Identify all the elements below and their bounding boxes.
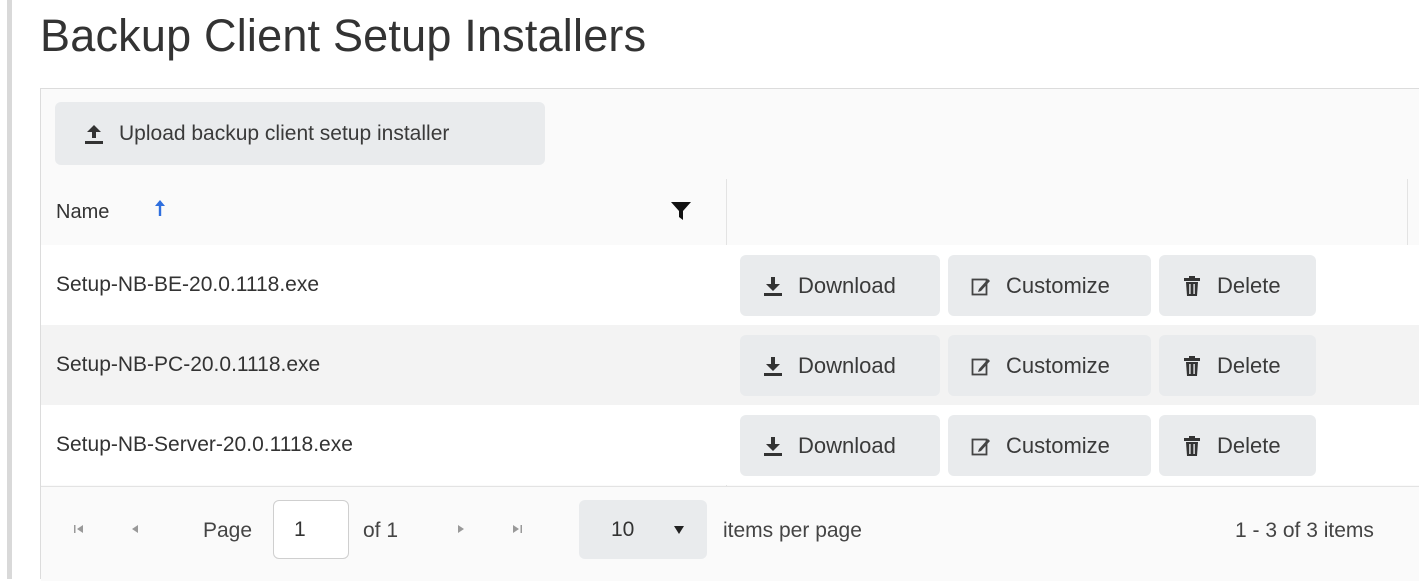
upload-icon	[85, 124, 103, 144]
installer-name: Setup-NB-Server-20.0.1118.exe	[56, 433, 353, 456]
trash-icon	[1184, 355, 1200, 376]
delete-button[interactable]: Delete	[1159, 255, 1316, 316]
customize-label: Customize	[1006, 432, 1110, 458]
grid-toolbar: Upload backup client setup installer	[41, 89, 1419, 180]
download-label: Download	[798, 352, 896, 378]
customize-button[interactable]: Customize	[948, 335, 1151, 396]
name-column-header[interactable]: Name	[41, 179, 726, 245]
chevron-down-icon	[674, 526, 684, 534]
download-button[interactable]: Download	[740, 255, 940, 316]
customize-label: Customize	[1006, 352, 1110, 378]
edit-icon	[971, 438, 990, 455]
items-per-page-label: items per page	[723, 519, 862, 542]
delete-button[interactable]: Delete	[1159, 415, 1316, 476]
installers-grid: Upload backup client setup installer Nam…	[40, 88, 1419, 581]
download-icon	[764, 436, 782, 456]
download-icon	[764, 276, 782, 296]
delete-label: Delete	[1217, 272, 1281, 298]
upload-installer-button[interactable]: Upload backup client setup installer	[55, 102, 545, 165]
sort-ascending-icon[interactable]	[153, 197, 167, 219]
page-number-input[interactable]	[273, 500, 349, 559]
upload-label: Upload backup client setup installer	[119, 121, 450, 145]
installer-name: Setup-NB-BE-20.0.1118.exe	[56, 273, 320, 296]
page-size-value: 10	[611, 517, 635, 541]
trash-icon	[1184, 275, 1200, 296]
page-size-select[interactable]: 10	[579, 500, 707, 559]
first-page-icon[interactable]	[71, 521, 87, 537]
delete-button[interactable]: Delete	[1159, 335, 1316, 396]
page-label: Page	[203, 519, 253, 542]
table-row: Setup-NB-PC-20.0.1118.exe Download Custo…	[41, 325, 1419, 405]
grid-header: Name	[41, 179, 1419, 246]
page-count-label: of 1	[363, 519, 399, 542]
customize-label: Customize	[1006, 272, 1110, 298]
page-title: Backup Client Setup Installers	[40, 10, 647, 61]
download-label: Download	[798, 432, 896, 458]
download-icon	[764, 356, 782, 376]
download-label: Download	[798, 272, 896, 298]
download-button[interactable]: Download	[740, 335, 940, 396]
name-column-label: Name	[56, 201, 110, 223]
table-row: Setup-NB-Server-20.0.1118.exe Download C…	[41, 405, 1419, 485]
grid-body: Setup-NB-BE-20.0.1118.exe Download Custo…	[41, 245, 1419, 485]
column-divider-right	[1407, 179, 1408, 245]
edit-icon	[971, 278, 990, 295]
installer-name: Setup-NB-PC-20.0.1118.exe	[56, 353, 321, 376]
customize-button[interactable]: Customize	[948, 415, 1151, 476]
next-page-icon[interactable]	[453, 521, 469, 537]
pager: Page of 1 10 items per page 1 - 3 of 3 i…	[41, 486, 1419, 581]
items-summary: 1 - 3 of 3 items	[1235, 519, 1374, 542]
left-border	[7, 0, 12, 579]
previous-page-icon[interactable]	[127, 521, 143, 537]
download-button[interactable]: Download	[740, 415, 940, 476]
customize-button[interactable]: Customize	[948, 255, 1151, 316]
trash-icon	[1184, 435, 1200, 456]
table-row: Setup-NB-BE-20.0.1118.exe Download Custo…	[41, 245, 1419, 325]
filter-icon[interactable]	[669, 199, 693, 223]
delete-label: Delete	[1217, 352, 1281, 378]
delete-label: Delete	[1217, 432, 1281, 458]
last-page-icon[interactable]	[509, 521, 525, 537]
edit-icon	[971, 358, 990, 375]
